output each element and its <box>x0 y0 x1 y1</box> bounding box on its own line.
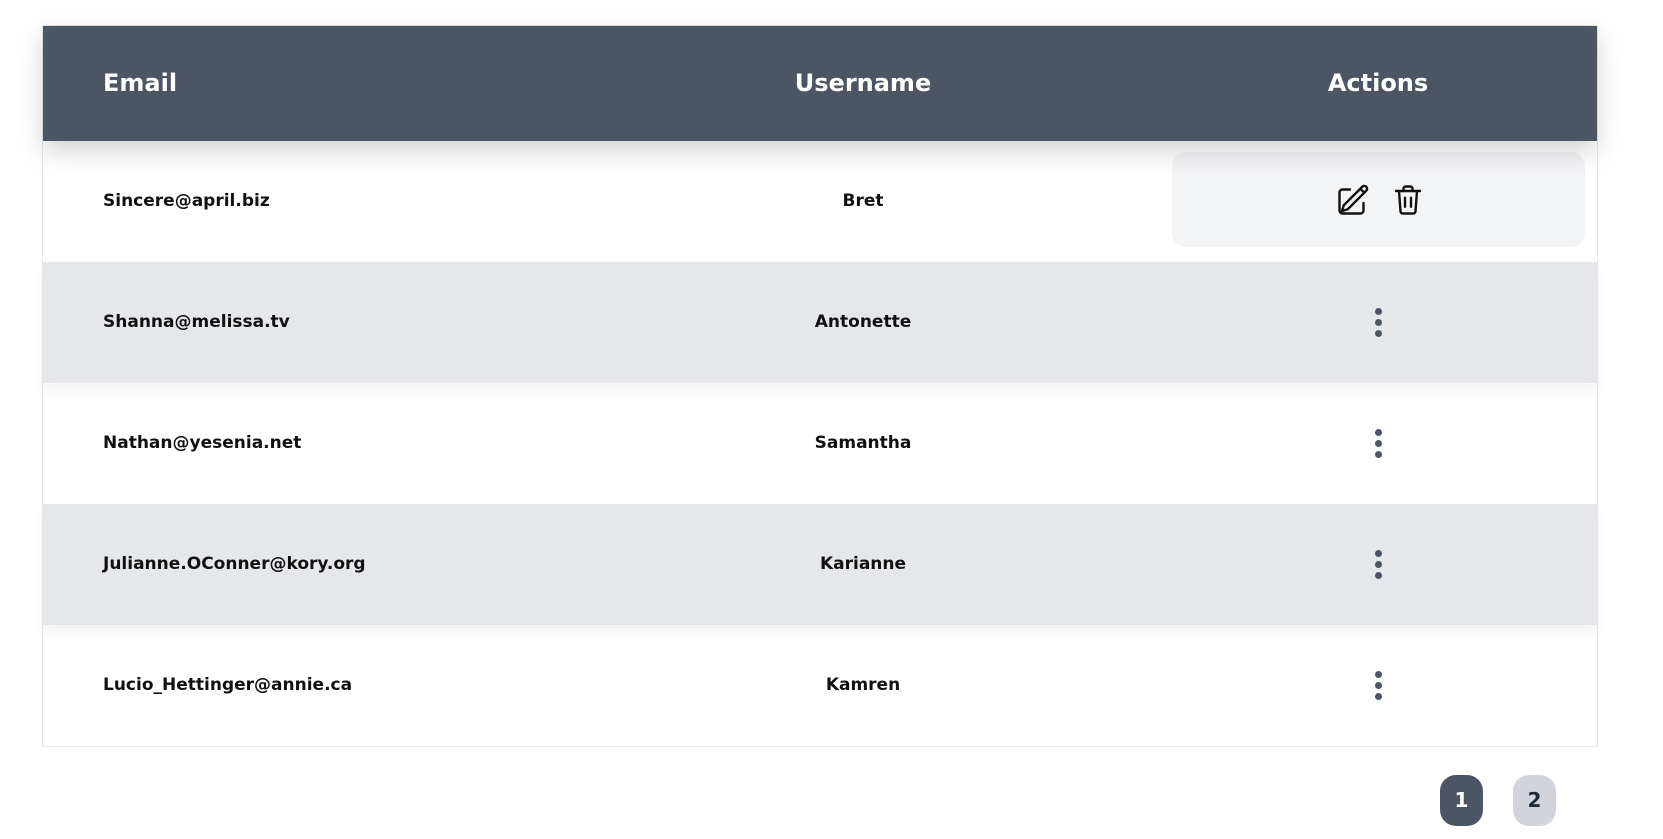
users-table: Email Username Actions Sincere@april.biz… <box>42 25 1598 747</box>
table-row: Shanna@melissa.tv Antonette <box>43 262 1597 383</box>
email-cell: Nathan@yesenia.net <box>103 433 302 453</box>
username-cell: Samantha <box>814 433 912 453</box>
username-cell: Bret <box>842 191 884 211</box>
email-cell: Julianne.OConner@kory.org <box>103 554 366 574</box>
column-header-actions: Actions <box>1327 69 1429 97</box>
pencil-square-icon <box>1338 184 1369 215</box>
username-cell: Antonette <box>814 312 912 332</box>
actions-cell <box>1172 262 1585 383</box>
username-cell: Karianne <box>819 554 907 574</box>
email-cell: Shanna@melissa.tv <box>103 312 290 332</box>
row-actions-panel <box>1172 152 1585 247</box>
table-header: Email Username Actions <box>43 26 1597 141</box>
table-row: Sincere@april.biz Bret <box>43 141 1597 262</box>
actions-cell <box>1172 383 1585 504</box>
actions-cell <box>1172 625 1585 746</box>
trash-icon <box>1394 185 1422 215</box>
kebab-menu-icon[interactable] <box>1369 306 1389 340</box>
table-row: Nathan@yesenia.net Samantha <box>43 383 1597 504</box>
email-cell: Lucio_Hettinger@annie.ca <box>103 675 353 695</box>
kebab-menu-icon[interactable] <box>1369 548 1389 582</box>
page-button-1[interactable]: 1 <box>1440 775 1483 826</box>
edit-button[interactable] <box>1335 182 1371 218</box>
table-row: Julianne.OConner@kory.org Karianne <box>43 504 1597 625</box>
table-row: Lucio_Hettinger@annie.ca Kamren <box>43 625 1597 746</box>
kebab-menu-icon[interactable] <box>1369 427 1389 461</box>
column-header-email: Email <box>103 69 178 97</box>
actions-cell <box>1172 141 1585 262</box>
username-cell: Kamren <box>825 675 901 695</box>
kebab-menu-icon[interactable] <box>1369 669 1389 703</box>
actions-cell <box>1172 504 1585 625</box>
column-header-username: Username <box>794 69 932 97</box>
email-cell: Sincere@april.biz <box>103 191 270 211</box>
delete-button[interactable] <box>1390 182 1426 218</box>
page-button-2[interactable]: 2 <box>1513 775 1556 826</box>
